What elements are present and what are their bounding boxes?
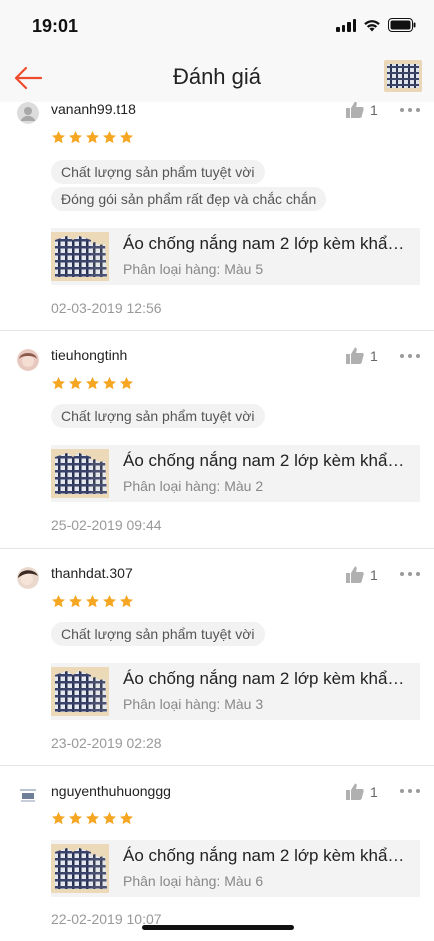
like-button[interactable]: 1 (346, 347, 378, 364)
product-name: Áo chống nắng nam 2 lớp kèm khẩu trang (123, 451, 413, 470)
star-icon (85, 376, 100, 396)
battery-icon (388, 18, 416, 32)
review-tag: Chất lượng sản phẩm tuyệt vời (51, 160, 265, 184)
review-item: vananh99.t18 1 Chất lượng sản phẩm tuyệt… (0, 102, 434, 331)
product-image (51, 232, 109, 281)
product-name: Áo chống nắng nam 2 lớp kèm khẩu trang (123, 669, 413, 688)
status-time: 19:01 (32, 16, 79, 36)
product-name: Áo chống nắng nam 2 lớp kèm khẩu trang (123, 234, 413, 253)
thumbs-up-icon (346, 102, 364, 118)
like-count: 1 (370, 347, 378, 364)
reviewer-username: tieuhongtinh (51, 347, 128, 363)
review-tag: Chất lượng sản phẩm tuyệt vời (51, 404, 265, 428)
like-count: 1 (370, 783, 378, 800)
star-icon (119, 376, 134, 396)
more-options-button[interactable] (400, 788, 420, 794)
reviewer-username: thanhdat.307 (51, 565, 133, 581)
avatar (17, 784, 39, 806)
product-image (51, 449, 109, 498)
star-icon (102, 376, 117, 396)
product-variant: Phân loại hàng: Màu 5 (123, 261, 264, 277)
review-list: vananh99.t18 1 Chất lượng sản phẩm tuyệt… (0, 102, 434, 941)
product-card[interactable]: Áo chống nắng nam 2 lớp kèm khẩu trang P… (51, 445, 420, 502)
star-icon (102, 130, 117, 150)
star-rating (51, 594, 134, 614)
review-item: thanhdat.307 1 Chất lượng sản phẩm tuyệt… (0, 549, 434, 766)
like-button[interactable]: 1 (346, 566, 378, 583)
star-icon (51, 594, 66, 614)
reviewer-username: nguyenthuhuonggg (51, 783, 171, 799)
star-icon (102, 811, 117, 831)
more-options-button[interactable] (400, 107, 420, 113)
star-icon (68, 811, 83, 831)
thumbs-up-icon (346, 783, 364, 800)
like-button[interactable]: 1 (346, 102, 378, 118)
status-icons (336, 18, 416, 32)
like-count: 1 (370, 102, 378, 118)
more-options-button[interactable] (400, 571, 420, 577)
star-icon (102, 594, 117, 614)
star-icon (51, 376, 66, 396)
review-date: 02-03-2019 12:56 (51, 300, 162, 316)
star-icon (85, 594, 100, 614)
star-rating (51, 130, 134, 150)
review-item: nguyenthuhuonggg 1 Áo chống nắng nam 2 l… (0, 766, 434, 941)
review-date: 25-02-2019 09:44 (51, 517, 162, 533)
signal-icon (336, 18, 356, 32)
product-thumbnail[interactable] (384, 60, 422, 92)
product-image (51, 667, 109, 716)
thumbs-up-icon (346, 347, 364, 364)
product-image (51, 844, 109, 893)
star-rating (51, 376, 134, 396)
star-icon (85, 811, 100, 831)
star-icon (119, 811, 134, 831)
avatar (17, 102, 39, 124)
like-count: 1 (370, 566, 378, 583)
star-icon (51, 130, 66, 150)
avatar (17, 349, 39, 371)
page-title: Đánh giá (172, 64, 262, 89)
star-rating (51, 811, 134, 831)
wifi-icon (363, 19, 381, 32)
product-card[interactable]: Áo chống nắng nam 2 lớp kèm khẩu trang P… (51, 228, 420, 285)
star-icon (68, 376, 83, 396)
thumbs-up-icon (346, 566, 364, 583)
review-tag: Chất lượng sản phẩm tuyệt vời (51, 622, 265, 646)
avatar (17, 567, 39, 589)
product-variant: Phân loại hàng: Màu 2 (123, 478, 264, 494)
product-card[interactable]: Áo chống nắng nam 2 lớp kèm khẩu trang P… (51, 840, 420, 897)
more-options-button[interactable] (400, 353, 420, 359)
product-card[interactable]: Áo chống nắng nam 2 lớp kèm khẩu trang P… (51, 663, 420, 720)
star-icon (68, 130, 83, 150)
star-icon (68, 594, 83, 614)
product-name: Áo chống nắng nam 2 lớp kèm khẩu trang (123, 846, 413, 865)
nav-bar: Đánh giá (0, 52, 434, 102)
reviewer-username: vananh99.t18 (51, 102, 136, 117)
star-icon (119, 594, 134, 614)
star-icon (85, 130, 100, 150)
home-indicator (142, 925, 294, 930)
review-date: 23-02-2019 02:28 (51, 735, 162, 751)
product-variant: Phân loại hàng: Màu 6 (123, 873, 264, 889)
status-bar: 19:01 (0, 0, 434, 52)
review-item: tieuhongtinh 1 Chất lượng sản phẩm tuyệt… (0, 331, 434, 549)
star-icon (51, 811, 66, 831)
plaid-shirt-image (384, 60, 422, 92)
review-tag: Đóng gói sản phẩm rất đẹp và chắc chắn (51, 187, 327, 211)
product-variant: Phân loại hàng: Màu 3 (123, 696, 264, 712)
like-button[interactable]: 1 (346, 783, 378, 800)
star-icon (119, 130, 134, 150)
